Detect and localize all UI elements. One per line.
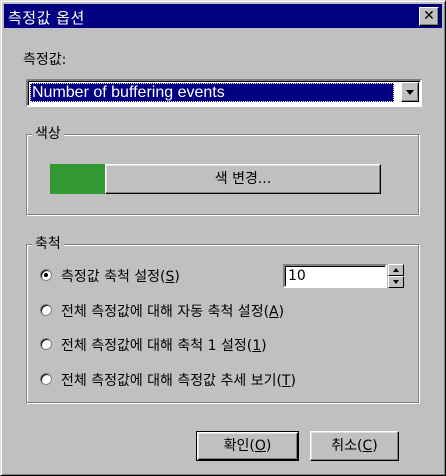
radio-auto-scale[interactable] bbox=[40, 304, 52, 316]
scale-option-label[interactable]: 전체 측정값에 대해 측정값 추세 보기(T) bbox=[61, 370, 296, 390]
cancel-button[interactable]: 취소(C) bbox=[310, 431, 399, 461]
close-icon: ✕ bbox=[423, 8, 435, 24]
ok-button[interactable]: 확인(O) bbox=[196, 431, 299, 461]
dialog-title: 측정값 옵션 bbox=[8, 9, 85, 27]
scale-spinner[interactable] bbox=[388, 264, 404, 288]
scale-value-input[interactable]: 10 bbox=[283, 264, 387, 288]
dropdown-button[interactable] bbox=[401, 82, 419, 102]
measure-label: 측정값: bbox=[23, 52, 67, 68]
measure-selected-value[interactable]: Number of buffering events bbox=[30, 83, 394, 102]
scale-option-label[interactable]: 전체 측정값에 대해 축척 1 설정(1) bbox=[61, 335, 267, 355]
close-button[interactable]: ✕ bbox=[419, 7, 439, 26]
chevron-down-icon bbox=[406, 90, 414, 95]
radio-scale-one[interactable] bbox=[40, 338, 52, 350]
spin-down-button[interactable] bbox=[388, 276, 404, 288]
color-swatch bbox=[50, 164, 105, 194]
radio-trend[interactable] bbox=[40, 373, 52, 385]
color-group-legend: 색상 bbox=[32, 123, 64, 143]
title-bar[interactable]: 측정값 옵션 ✕ bbox=[4, 4, 442, 28]
dialog-window: 측정값 옵션 ✕ 측정값: Number of buffering events… bbox=[0, 0, 446, 476]
scale-option-label[interactable]: 전체 측정값에 대해 자동 축척 설정(A) bbox=[61, 301, 284, 321]
arrow-up-icon bbox=[393, 268, 399, 272]
radio-dot bbox=[44, 273, 48, 277]
measure-dropdown[interactable]: Number of buffering events bbox=[26, 79, 422, 107]
spin-up-button[interactable] bbox=[388, 264, 404, 276]
scale-group-legend: 축척 bbox=[32, 233, 64, 253]
change-color-button[interactable]: 색 변경... bbox=[105, 164, 381, 194]
arrow-down-icon bbox=[393, 280, 399, 284]
scale-option-label[interactable]: 측정값 축척 설정(S) bbox=[61, 266, 180, 286]
radio-set-scale[interactable] bbox=[40, 269, 52, 281]
